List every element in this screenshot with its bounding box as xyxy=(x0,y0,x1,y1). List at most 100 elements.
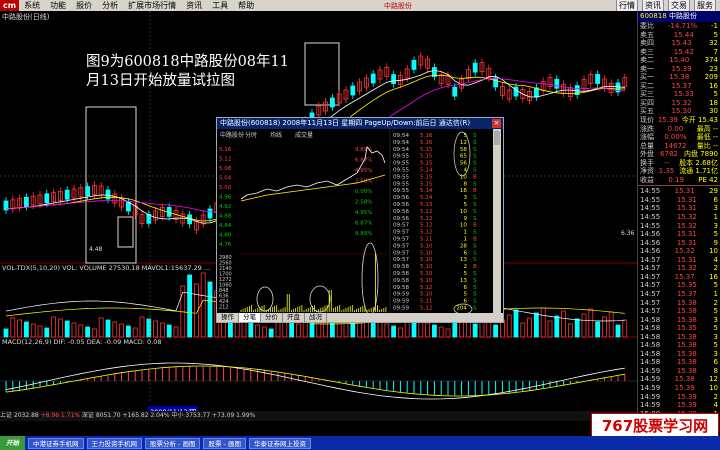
menu-tools[interactable]: 工具 xyxy=(207,0,233,11)
tick-list-direction: S xyxy=(473,271,477,277)
quote-row-value: -14.71% xyxy=(667,22,698,30)
menu-quote[interactable]: 报价 xyxy=(71,0,97,11)
window-title: 中路股份 xyxy=(384,1,412,10)
taskbar-item[interactable]: 华泰证券网上投资 xyxy=(248,437,311,449)
taskbar-item[interactable]: 王力投资手机网 xyxy=(86,437,142,449)
tick-volume: 3 xyxy=(713,315,718,324)
start-button[interactable]: 开始 xyxy=(0,436,25,450)
tab-open[interactable]: 开盘 xyxy=(283,313,305,322)
menu-analysis[interactable]: 分析 xyxy=(97,0,123,11)
quote-row-volume: 内盘 7890 xyxy=(683,150,718,159)
tick-price-axis-label: 4.96 xyxy=(219,195,232,201)
tick-list-volume: 13 xyxy=(460,278,468,284)
tick-pct-axis-label: 0.00% xyxy=(355,189,372,195)
tick-price-axis-label: 5.04 xyxy=(219,176,232,182)
tick-window-canvas[interactable]: 中路股份 分时 均线 成交量 5.16 5.12 5.08 5.04 5.00 4.96 4.92 4… xyxy=(217,129,503,315)
tick-list-direction: S xyxy=(473,168,477,174)
tick-price-axis-label: 4.76 xyxy=(219,242,232,248)
tick-price-axis-label: 4.84 xyxy=(219,223,232,229)
tick-time: 14:57 xyxy=(640,264,661,273)
menu-help[interactable]: 帮助 xyxy=(233,0,259,11)
quote-row-volume: 流通 1.71亿 xyxy=(679,167,718,176)
volume-bar xyxy=(51,316,56,338)
tab-ticks[interactable]: 分笔 xyxy=(239,313,261,322)
tick-list-price: 5.15 xyxy=(420,174,433,180)
quote-tick-row: 14:55 15.32 3 xyxy=(638,222,720,231)
tick-list-direction: B xyxy=(473,237,477,243)
tick-list-price: 5.10 xyxy=(420,243,433,249)
quote-row-value: 15.33 xyxy=(673,90,694,99)
volume-bar xyxy=(173,326,179,338)
volume-bar xyxy=(602,316,607,338)
quote-row-value: 15.42 xyxy=(673,47,694,56)
volume-bar xyxy=(506,314,512,338)
tick-list-time: 09:57 xyxy=(393,250,410,256)
tick-price: 15.31 xyxy=(676,195,697,204)
highlight-box xyxy=(304,42,340,106)
tick-time: 14:56 xyxy=(640,230,661,239)
quote-row-value: 6782 xyxy=(660,150,678,159)
volume-bar xyxy=(295,323,301,338)
quote-row-volume: 23 xyxy=(709,64,718,73)
volume-bar xyxy=(465,321,471,338)
menu-function[interactable]: 功能 xyxy=(45,0,71,11)
tick-price: 15.39 xyxy=(676,401,697,410)
tick-price: 15.31 xyxy=(676,238,697,247)
tick-list-direction: B xyxy=(473,174,477,180)
candle-body xyxy=(391,74,397,84)
tick-list-price: 5.10 xyxy=(420,264,433,270)
volume-bar xyxy=(261,326,267,338)
quote-row: 买五 15.30 30 xyxy=(638,107,720,116)
candle-body xyxy=(554,78,560,89)
taskbar: 开始 中港证券手机网 王力投资手机网 股票分析 - 画图 股票 - 画图 华泰证… xyxy=(0,436,720,450)
tick-price: 15.31 xyxy=(676,230,697,239)
low-price-marker: 4.48 xyxy=(89,246,103,253)
tick-window-titlebar[interactable]: 中路股份(600818) 2008年11月13日 星期四 PageUp/Down… xyxy=(217,118,503,129)
tick-list-price: 5.12 xyxy=(420,306,432,312)
tick-header-tab: 成交量 xyxy=(295,131,313,139)
menu-extended-market[interactable]: 扩展市场行情 xyxy=(123,0,181,11)
quote-row-volume: PE 42 xyxy=(698,175,718,184)
quote-row-volume: 5 xyxy=(713,90,718,99)
quote-row-label: 卖二 xyxy=(640,56,654,65)
quote-row-volume: -1 xyxy=(711,22,718,30)
quote-tick-row: 14:57 15.32 2 xyxy=(638,264,720,273)
tick-list-time: 09:56 xyxy=(393,195,410,201)
tab-price[interactable]: 分价 xyxy=(261,313,283,322)
quote-row-value: 15.38 xyxy=(669,73,690,82)
volume-bar xyxy=(268,328,274,338)
quote-tick-row: 14:55 15.32 1 xyxy=(638,213,720,222)
tick-list-price: 5.10 xyxy=(420,278,433,284)
tick-list-time: 09:55 xyxy=(393,161,410,167)
quote-row-value: -- xyxy=(664,158,670,167)
quote-divider xyxy=(638,185,720,187)
taskbar-item[interactable]: 股票分析 - 画图 xyxy=(145,437,201,449)
taskbar-item[interactable]: 中港证券手机网 xyxy=(28,437,84,449)
close-icon[interactable]: × xyxy=(492,119,501,128)
tab-status[interactable]: 战况 xyxy=(305,313,327,322)
tick-list-direction: S xyxy=(473,133,477,139)
menu-system[interactable]: 系统 xyxy=(19,0,45,11)
tick-list-price: 5.16 xyxy=(420,140,433,146)
tick-volume: 1 xyxy=(713,213,718,222)
tick-list-price: 5.12 xyxy=(420,230,432,236)
volume-bar xyxy=(112,321,118,338)
tick-list-volume: 4 xyxy=(463,168,467,174)
quote-tick-row: 14:59 15.39 10 xyxy=(638,384,720,393)
tick-list-direction: S xyxy=(473,299,477,305)
tick-time: 14:59 xyxy=(640,392,661,401)
volume-bar xyxy=(153,320,159,338)
tab-operate[interactable]: 操作 xyxy=(217,313,239,322)
tick-detail-window[interactable]: 中路股份(600818) 2008年11月13日 星期四 PageUp/Down… xyxy=(216,117,504,323)
tick-list-time: 09:57 xyxy=(393,237,410,243)
menu-info[interactable]: 资讯 xyxy=(181,0,207,11)
taskbar-item[interactable]: 股票 - 画图 xyxy=(203,437,246,449)
quote-row: 买三 15.33 5 xyxy=(638,90,720,99)
quote-row: 涨跌 0.00 最高 -- xyxy=(638,125,720,134)
tick-list-direction: S xyxy=(473,292,477,298)
tick-time: 14:57 xyxy=(640,272,661,281)
quote-row-volume: 今开 15.43 xyxy=(681,116,718,125)
volume-bar xyxy=(472,323,478,338)
tick-list-price: 5.11 xyxy=(420,237,433,243)
volume-bar xyxy=(187,274,193,338)
